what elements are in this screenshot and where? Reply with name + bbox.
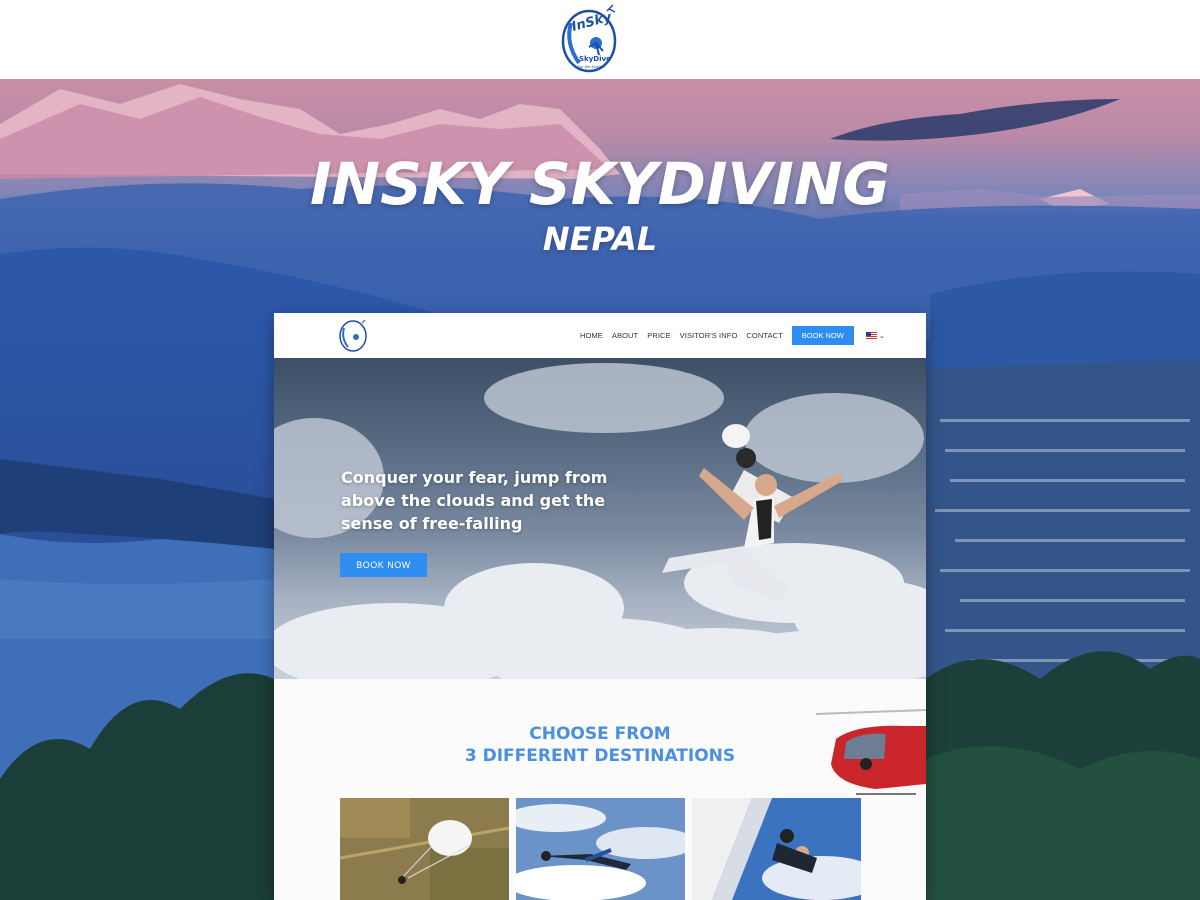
nav-visitors-info[interactable]: VISITOR'S INFO [680, 331, 738, 340]
page-title: INSKY SKYDIVING [309, 150, 891, 218]
site-logo[interactable] [338, 318, 368, 352]
site-navbar: HOME ABOUT PRICE VISITOR'S INFO CONTACT … [274, 313, 926, 358]
site-hero-text: Conquer your fear, jump from above the c… [341, 468, 608, 533]
page-subtitle: NEPAL [542, 220, 658, 258]
site-hero-book-now-button[interactable]: BOOK NOW [340, 553, 427, 577]
language-selector[interactable]: ⌄ [865, 331, 885, 340]
svg-text:SkyDive: SkyDive [579, 55, 611, 63]
destination-card-1[interactable] [340, 798, 509, 900]
nav-book-now-button[interactable]: BOOK NOW [791, 326, 854, 345]
website-mockup: HOME ABOUT PRICE VISITOR'S INFO CONTACT … [274, 313, 926, 900]
insky-skydive-logo[interactable]: InSky SkyDive For the Kickity... [559, 3, 619, 73]
destinations-section: CHOOSE FROM 3 DIFFERENT DESTINATIONS [274, 679, 926, 900]
destinations-title-line1: CHOOSE FROM [529, 724, 671, 744]
svg-text:For the Kickity...: For the Kickity... [578, 65, 606, 69]
parachute-over-fields-image [340, 798, 509, 900]
destinations-title: CHOOSE FROM 3 DIFFERENT DESTINATIONS [274, 723, 926, 767]
nav-menu: HOME ABOUT PRICE VISITOR'S INFO CONTACT … [580, 326, 885, 345]
destination-card-2[interactable] [516, 798, 685, 900]
nav-about[interactable]: ABOUT [612, 331, 638, 340]
us-flag-icon [865, 332, 877, 339]
destination-card-3[interactable] [692, 798, 861, 900]
chevron-down-icon: ⌄ [878, 331, 885, 340]
nav-contact[interactable]: CONTACT [746, 331, 782, 340]
nav-home[interactable]: HOME [580, 331, 603, 340]
tandem-jump-from-plane-image [692, 798, 861, 900]
top-header: InSky SkyDive For the Kickity... [0, 0, 1200, 79]
destinations-title-line2: 3 DIFFERENT DESTINATIONS [464, 746, 736, 766]
freefall-above-clouds-image [516, 798, 685, 900]
site-hero: Conquer your fear, jump from above the c… [274, 358, 926, 679]
nav-price[interactable]: PRICE [647, 331, 670, 340]
